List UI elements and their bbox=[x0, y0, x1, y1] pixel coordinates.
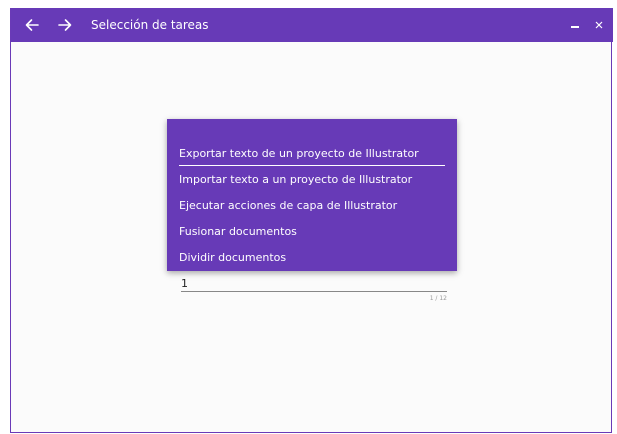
menu-item-ejecutar-acciones[interactable]: Ejecutar acciones de capa de Illustrator bbox=[179, 194, 445, 218]
menu-item-exportar-texto[interactable]: Exportar texto de un proyecto de Illustr… bbox=[179, 142, 445, 166]
window-title: Selección de tareas bbox=[91, 18, 209, 32]
menu-item-importar-texto[interactable]: Importar texto a un proyecto de Illustra… bbox=[179, 168, 445, 192]
minimize-button[interactable] bbox=[566, 15, 584, 35]
forward-button[interactable] bbox=[52, 12, 78, 38]
arrow-left-icon bbox=[25, 19, 39, 31]
menu-item-fusionar-documentos[interactable]: Fusionar documentos bbox=[179, 220, 445, 244]
item-counter: 1 / 12 bbox=[429, 295, 447, 302]
arrow-right-icon bbox=[58, 19, 72, 31]
minimize-icon bbox=[571, 26, 579, 28]
close-button[interactable] bbox=[590, 15, 608, 35]
app-window: Selección de tareas Exportar texto de un… bbox=[10, 8, 613, 433]
task-number-input[interactable]: 1 bbox=[181, 276, 447, 292]
close-icon bbox=[595, 21, 603, 29]
title-bar: Selección de tareas bbox=[11, 8, 613, 42]
task-menu: Exportar texto de un proyecto de Illustr… bbox=[167, 119, 457, 271]
back-button[interactable] bbox=[19, 12, 45, 38]
menu-item-dividir-documentos[interactable]: Dividir documentos bbox=[179, 246, 445, 270]
